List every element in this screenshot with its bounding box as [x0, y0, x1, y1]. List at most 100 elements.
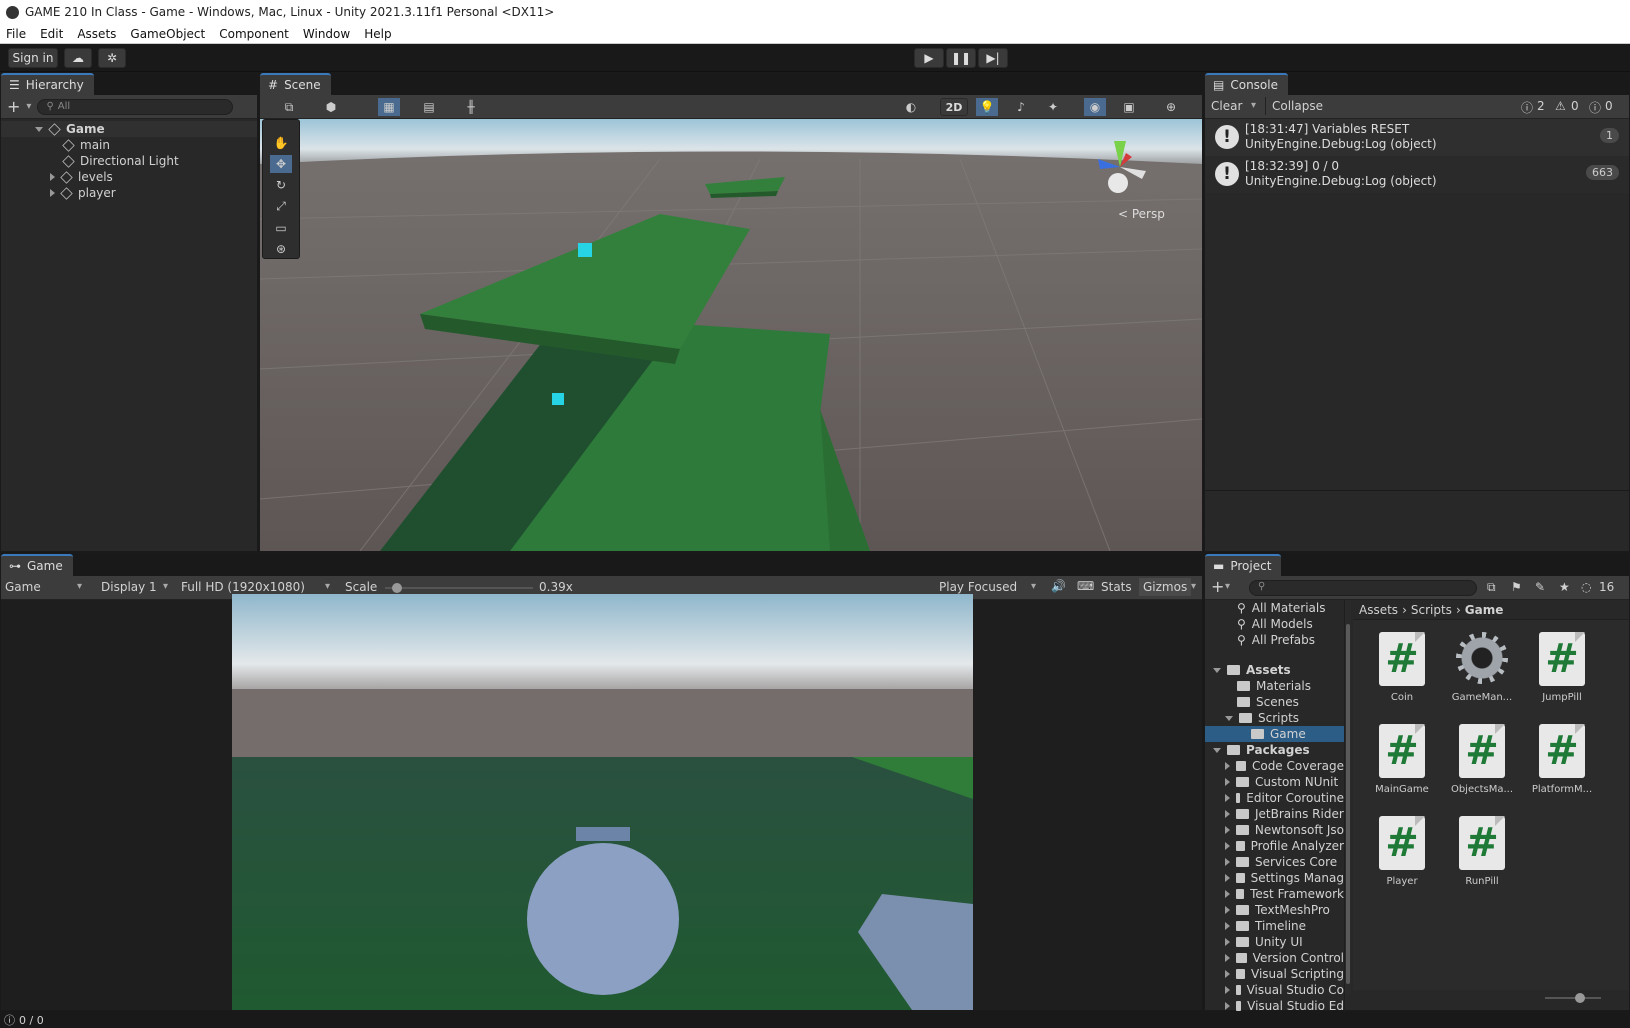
- folder-packages[interactable]: Packages: [1205, 742, 1344, 758]
- display-select[interactable]: Display 1: [101, 580, 157, 594]
- menu-file[interactable]: File: [6, 27, 26, 41]
- tab-project[interactable]: ▬ Project: [1205, 554, 1282, 576]
- expand-arrow-icon[interactable]: [1225, 715, 1233, 721]
- package-folder[interactable]: Unity UI: [1205, 934, 1344, 950]
- expand-arrow-icon[interactable]: [1213, 747, 1221, 753]
- add-icon[interactable]: +: [1211, 577, 1224, 596]
- sign-in-button[interactable]: Sign in: [8, 48, 58, 68]
- asset-item[interactable]: # Player: [1367, 816, 1437, 887]
- log-entry[interactable]: ! [18:32:39] 0 / 0 UnityEngine.Debug:Log…: [1205, 156, 1629, 193]
- move-tool-icon[interactable]: ✥: [270, 155, 292, 173]
- asset-item[interactable]: # PlatformM...: [1527, 724, 1597, 795]
- console-clear-button[interactable]: Clear: [1211, 99, 1242, 113]
- asset-item[interactable]: # ObjectsMa...: [1447, 724, 1517, 795]
- ruler-icon[interactable]: ╫: [460, 98, 482, 116]
- expand-arrow-icon[interactable]: [1225, 778, 1230, 786]
- tab-console[interactable]: ▤ Console: [1205, 73, 1288, 95]
- breadcrumb-assets[interactable]: Assets: [1359, 603, 1398, 617]
- expand-arrow-icon[interactable]: [1225, 970, 1230, 978]
- expand-arrow-icon[interactable]: [1225, 906, 1230, 914]
- hidden-packages-icon[interactable]: ◌: [1581, 580, 1591, 594]
- breadcrumb-scripts[interactable]: Scripts: [1411, 603, 1452, 617]
- tab-game[interactable]: ⊶ Game: [1, 554, 73, 576]
- search-by-type-icon[interactable]: ⧉: [1487, 580, 1496, 595]
- folder-scripts[interactable]: Scripts: [1205, 710, 1344, 726]
- mute-audio-icon[interactable]: 🔊: [1051, 579, 1066, 593]
- expand-arrow-icon[interactable]: [1225, 1002, 1230, 1010]
- view-select[interactable]: Game: [5, 580, 41, 594]
- transform-tool-icon[interactable]: ⊛: [270, 241, 292, 258]
- game-viewport[interactable]: [232, 594, 973, 1010]
- menu-window[interactable]: Window: [303, 27, 350, 41]
- package-folder[interactable]: Profile Analyzer: [1205, 838, 1344, 854]
- chevron-down-icon[interactable]: ▾: [77, 581, 82, 592]
- package-folder[interactable]: Timeline: [1205, 918, 1344, 934]
- camera-icon[interactable]: ▣: [1118, 98, 1140, 116]
- play-button[interactable]: ▶: [914, 48, 944, 68]
- increment-snap-icon[interactable]: ▤: [418, 98, 440, 116]
- asset-item[interactable]: GameMan...: [1447, 632, 1517, 703]
- folder-assets[interactable]: Assets: [1205, 662, 1344, 678]
- hierarchy-item-levels[interactable]: levels: [1, 169, 257, 185]
- shaded-icon[interactable]: ⬢: [320, 98, 342, 116]
- expand-arrow-icon[interactable]: [50, 189, 55, 197]
- package-folder[interactable]: JetBrains Rider: [1205, 806, 1344, 822]
- gizmos-icon[interactable]: ⊕: [1160, 98, 1182, 116]
- keyboard-icon[interactable]: ⌨: [1077, 579, 1094, 593]
- favorite-all-materials[interactable]: ⚲ All Materials: [1205, 600, 1344, 616]
- log-entry[interactable]: ! [18:31:47] Variables RESET UnityEngine…: [1205, 119, 1629, 156]
- scale-tool-icon[interactable]: ⤢: [270, 198, 292, 215]
- hand-tool-icon[interactable]: ✋: [270, 134, 292, 151]
- audio-icon[interactable]: ♪: [1010, 98, 1032, 116]
- menu-gameobject[interactable]: GameObject: [130, 27, 205, 41]
- step-button[interactable]: ▶|: [978, 48, 1008, 68]
- package-folder[interactable]: Test Framework: [1205, 886, 1344, 902]
- expand-arrow-icon[interactable]: [1225, 842, 1230, 850]
- folder-scenes[interactable]: Scenes: [1205, 694, 1344, 710]
- error-icon[interactable]: ⓘ: [1589, 99, 1601, 116]
- rect-tool-icon[interactable]: ▭: [270, 219, 292, 236]
- folder-tree-scrollbar[interactable]: [1345, 600, 1351, 994]
- tab-scene[interactable]: # Scene: [260, 73, 331, 95]
- expand-arrow-icon[interactable]: [1225, 826, 1230, 834]
- warning-icon[interactable]: ⚠: [1555, 99, 1566, 113]
- menu-edit[interactable]: Edit: [40, 27, 63, 41]
- package-folder[interactable]: Version Control: [1205, 950, 1344, 966]
- package-folder[interactable]: Visual Studio Ed: [1205, 998, 1344, 1012]
- status-info-icon[interactable]: ⓘ: [4, 1012, 15, 1028]
- menu-assets[interactable]: Assets: [77, 27, 116, 41]
- effects-icon[interactable]: ✦: [1042, 98, 1064, 116]
- gizmos-button[interactable]: Gizmos: [1139, 578, 1192, 596]
- render-mode-icon[interactable]: ◐: [900, 98, 922, 116]
- asset-item[interactable]: # RunPill: [1447, 816, 1517, 887]
- stats-button[interactable]: Stats: [1101, 580, 1132, 594]
- expand-arrow-icon[interactable]: [50, 173, 55, 181]
- chevron-down-icon[interactable]: ▾: [1251, 100, 1256, 111]
- expand-arrow-icon[interactable]: [1225, 954, 1230, 962]
- expand-arrow-icon[interactable]: [1225, 858, 1230, 866]
- folder-materials[interactable]: Materials: [1205, 678, 1344, 694]
- menu-help[interactable]: Help: [364, 27, 391, 41]
- scale-slider-handle[interactable]: [391, 583, 402, 593]
- folder-game[interactable]: Game: [1205, 726, 1344, 742]
- favorite-all-prefabs[interactable]: ⚲ All Prefabs: [1205, 632, 1344, 648]
- draw-mode-icon[interactable]: ⧉: [278, 98, 300, 116]
- tag-icon[interactable]: ✎: [1535, 580, 1545, 594]
- expand-arrow-icon[interactable]: [35, 126, 43, 132]
- scene-gizmo[interactable]: [1080, 127, 1160, 207]
- scrollbar-thumb[interactable]: [1346, 624, 1350, 984]
- collab-icon[interactable]: ✲: [98, 48, 126, 68]
- package-folder[interactable]: Code Coverage: [1205, 758, 1344, 774]
- status-text[interactable]: 0 / 0: [19, 1014, 44, 1027]
- hierarchy-item-player[interactable]: player: [1, 185, 257, 201]
- cloud-icon[interactable]: ☁: [64, 48, 92, 68]
- menu-component[interactable]: Component: [219, 27, 289, 41]
- breadcrumb-game[interactable]: Game: [1465, 603, 1504, 617]
- tab-hierarchy[interactable]: ☰ Hierarchy: [1, 73, 94, 95]
- pause-button[interactable]: ❚❚: [946, 48, 976, 68]
- add-icon[interactable]: +: [7, 97, 20, 116]
- package-folder[interactable]: TextMeshPro: [1205, 902, 1344, 918]
- chevron-down-icon[interactable]: ▾: [163, 581, 168, 592]
- persp-label[interactable]: < Persp: [1118, 207, 1165, 221]
- hierarchy-scene-row[interactable]: Game: [1, 121, 257, 137]
